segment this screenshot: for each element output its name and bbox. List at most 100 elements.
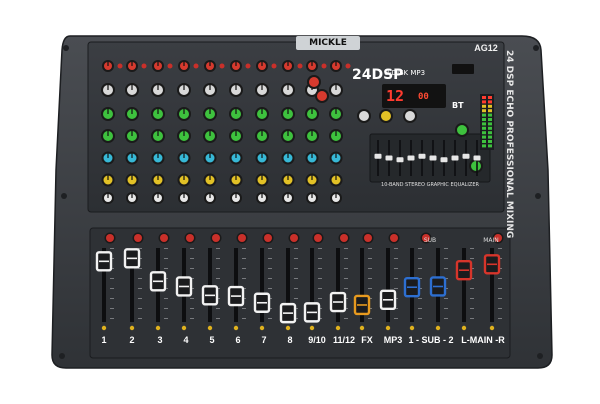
knob-pointer	[157, 62, 159, 66]
fader-tick	[368, 318, 372, 319]
meter-led	[488, 100, 492, 104]
fader-tick	[418, 248, 422, 249]
fader-tick	[498, 318, 502, 319]
fader-cap-line	[231, 295, 241, 297]
channel-label-sub: 1 - SUB - 2	[408, 335, 454, 345]
fader-tick	[268, 258, 272, 259]
channel-label-3: 3	[157, 335, 163, 345]
fader-tick	[190, 298, 194, 299]
fader-cap-line	[487, 263, 497, 266]
fader-tick	[418, 298, 422, 299]
fader-tick	[368, 268, 372, 269]
master-knob	[471, 161, 481, 171]
knob-pointer	[183, 194, 185, 198]
knob-pointer	[311, 131, 313, 136]
knob-pointer	[311, 109, 313, 114]
fader-tick	[418, 258, 422, 259]
gain-knob	[390, 234, 398, 242]
fader-tick	[110, 248, 114, 249]
knob-pointer	[287, 109, 289, 114]
meter-led	[482, 135, 486, 139]
display-mode: 00	[418, 92, 429, 102]
fader-led	[435, 325, 441, 331]
meter-led	[482, 96, 486, 99]
fader-track	[386, 248, 390, 322]
knob-pointer	[335, 85, 337, 90]
knob-pointer	[209, 109, 211, 114]
knob-pointer	[107, 85, 109, 90]
meter-led	[488, 122, 492, 126]
knob-pointer	[235, 85, 237, 90]
meter-led	[488, 109, 492, 113]
fader-led	[335, 325, 341, 331]
knob-pointer	[157, 109, 159, 114]
knob-pointer	[335, 153, 337, 158]
fader-cap-line	[307, 311, 317, 314]
fader-tick	[418, 268, 422, 269]
input-jack	[271, 63, 277, 69]
knob-pointer	[287, 62, 289, 66]
knob-pointer	[261, 85, 263, 90]
fader-tick	[394, 268, 398, 269]
knob-pointer	[311, 175, 313, 180]
fader-tick	[294, 248, 298, 249]
knob-pointer	[287, 153, 289, 158]
knob-pointer	[107, 109, 109, 114]
eq-label: 10-BAND STEREO GRAPHIC EQUALIZER	[381, 182, 479, 188]
fader-tick	[216, 318, 220, 319]
eq-cap	[396, 157, 404, 163]
brand-logo: MICKLE	[296, 36, 360, 50]
knob-pointer	[107, 131, 109, 136]
gain-knob	[134, 234, 142, 242]
fader-tick	[318, 298, 322, 299]
knob-pointer	[235, 175, 237, 180]
fader-tick	[394, 288, 398, 289]
knob-pointer	[131, 85, 133, 90]
fader-tick	[344, 288, 348, 289]
fader-led	[207, 325, 213, 331]
fader-cap-line	[459, 269, 469, 271]
meter-led	[488, 135, 492, 139]
eq-cap	[462, 153, 470, 159]
fader-cap-line	[205, 294, 215, 297]
fader-tick	[164, 258, 168, 259]
fader-tick	[498, 278, 502, 279]
meter-led	[482, 113, 486, 117]
meter-led	[482, 100, 486, 104]
knob-pointer	[287, 131, 289, 136]
channel-label-mp3: MP3	[383, 335, 403, 345]
meter-led	[488, 104, 492, 108]
knob-pointer	[131, 194, 133, 198]
meter-led	[482, 131, 486, 135]
fader-led	[233, 325, 239, 331]
fader-led	[155, 325, 161, 331]
gain-knob	[290, 234, 298, 242]
knob-pointer	[335, 131, 337, 136]
side-text-label: 24 DSP ECHO PROFESSIONAL MIXING	[504, 50, 514, 239]
knob-pointer	[183, 109, 185, 114]
fader-tick	[368, 288, 372, 289]
fader-led	[101, 325, 107, 331]
fader-cap-line	[357, 304, 367, 306]
fader-tick	[394, 248, 398, 249]
sub-top-label: SUB	[423, 237, 437, 244]
channel-label-1: 1	[101, 335, 107, 345]
fader-led	[181, 325, 187, 331]
knob-pointer	[131, 131, 133, 136]
knob-pointer	[261, 194, 263, 198]
fader-led	[359, 325, 365, 331]
gain-knob	[106, 234, 114, 242]
fader-tick	[294, 278, 298, 279]
fader-cap-line	[153, 280, 163, 283]
gain-knob	[264, 234, 272, 242]
fader-tick	[110, 308, 114, 309]
side-text: 24 DSP ECHO PROFESSIONAL MIXING	[504, 50, 518, 238]
knob-pointer	[335, 62, 337, 66]
knob-pointer	[287, 194, 289, 198]
gain-knob	[340, 234, 348, 242]
knob-pointer	[311, 153, 313, 158]
fader-cap-line	[333, 301, 343, 303]
bluetooth-label: BT	[452, 101, 464, 110]
knob-pointer	[261, 109, 263, 114]
fader-led	[461, 325, 467, 331]
